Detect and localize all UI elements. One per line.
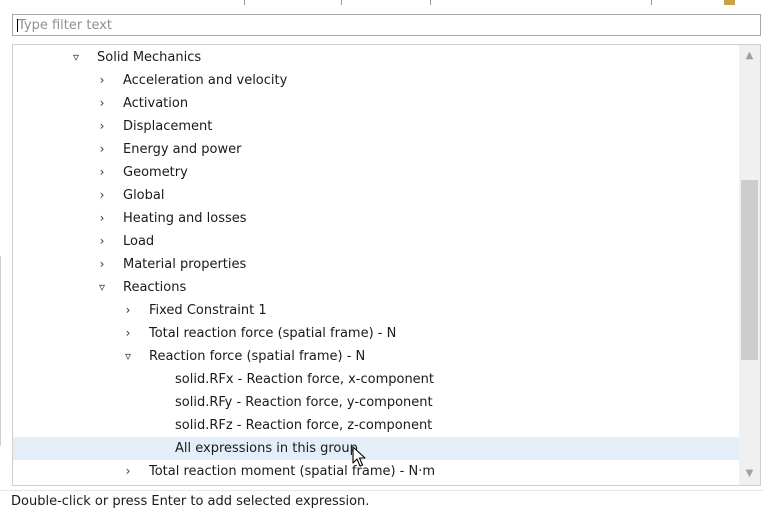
tree-item-label: Material properties bbox=[123, 257, 247, 272]
tree-item-label: Acceleration and velocity bbox=[123, 73, 288, 88]
expression-tree[interactable]: ▿ Solid Mechanics › Acceleration and veloci… bbox=[12, 44, 761, 486]
chevron-down-icon[interactable]: ▿ bbox=[123, 345, 133, 368]
scroll-up-arrow-icon[interactable]: ▲ bbox=[739, 47, 760, 65]
chevron-right-icon[interactable]: › bbox=[97, 184, 107, 207]
tree-item[interactable]: ▿ Reactions bbox=[13, 276, 739, 299]
filter-input[interactable] bbox=[13, 15, 760, 35]
divider bbox=[244, 0, 245, 5]
chevron-right-icon[interactable]: › bbox=[97, 230, 107, 253]
tree-item-label: All expressions in this group bbox=[175, 441, 358, 456]
tree-item[interactable]: › Acceleration and velocity bbox=[13, 69, 739, 92]
chevron-right-icon[interactable]: › bbox=[123, 460, 133, 483]
chevron-right-icon[interactable]: › bbox=[123, 299, 133, 322]
tree-item[interactable]: ▿ Solid Mechanics bbox=[13, 46, 739, 69]
tree-item-label: Displacement bbox=[123, 119, 213, 134]
tree-item-label: Total reaction force (spatial frame) - N bbox=[149, 326, 397, 341]
tree-item-label: Solid Mechanics bbox=[97, 50, 202, 65]
divider bbox=[430, 0, 431, 5]
tree-item[interactable]: › Total reaction moment (spatial frame) -… bbox=[13, 460, 739, 483]
vertical-scrollbar[interactable]: ▲ ▼ bbox=[739, 45, 760, 485]
tree-item[interactable]: › Global bbox=[13, 184, 739, 207]
tree-item-label: solid.RFz - Reaction force, z-component bbox=[175, 418, 433, 433]
tree-item[interactable]: › Energy and power bbox=[13, 138, 739, 161]
chevron-right-icon[interactable]: › bbox=[97, 115, 107, 138]
status-text: Double-click or press Enter to add selec… bbox=[11, 494, 370, 509]
tree-item-label: Activation bbox=[123, 96, 189, 111]
tree-item[interactable]: solid.RFz - Reaction force, z-component bbox=[13, 414, 739, 437]
chevron-right-icon[interactable]: › bbox=[97, 138, 107, 161]
tree-item[interactable]: solid.RFy - Reaction force, y-component bbox=[13, 391, 739, 414]
status-bar: Double-click or press Enter to add selec… bbox=[0, 490, 763, 515]
text-caret bbox=[17, 19, 18, 32]
tree-item[interactable]: › Geometry bbox=[13, 161, 739, 184]
chevron-right-icon[interactable]: › bbox=[97, 161, 107, 184]
tree-item-label: Reactions bbox=[123, 280, 187, 295]
tree-item-label: Load bbox=[123, 234, 155, 249]
divider bbox=[341, 0, 342, 5]
chevron-down-icon[interactable]: ▿ bbox=[97, 276, 107, 299]
chevron-right-icon[interactable]: › bbox=[97, 253, 107, 276]
tree-item[interactable]: solid.RFx - Reaction force, x-component bbox=[13, 368, 739, 391]
tree-item-label: Total reaction moment (spatial frame) - … bbox=[149, 464, 436, 479]
tree-item-label: Geometry bbox=[123, 165, 188, 180]
chevron-right-icon[interactable]: › bbox=[97, 207, 107, 230]
divider bbox=[651, 0, 652, 5]
filter-box[interactable] bbox=[12, 14, 761, 36]
chevron-right-icon[interactable]: › bbox=[97, 69, 107, 92]
tree-item[interactable]: ▿ Reaction force (spatial frame) - N bbox=[13, 345, 739, 368]
tree-item-label: Heating and losses bbox=[123, 211, 247, 226]
chevron-right-icon[interactable]: › bbox=[97, 92, 107, 115]
tree-item-label: solid.RFy - Reaction force, y-component bbox=[175, 395, 433, 410]
tree-item-label: Global bbox=[123, 188, 165, 203]
tree-item[interactable]: All expressions in this group bbox=[13, 437, 739, 460]
tree-item[interactable]: › Heating and losses bbox=[13, 207, 739, 230]
tree-item-label: solid.RFx - Reaction force, x-component bbox=[175, 372, 435, 387]
tree-item[interactable]: › Load bbox=[13, 230, 739, 253]
tree-item[interactable]: › Activation bbox=[13, 92, 739, 115]
tree-item[interactable]: › Fixed Constraint 1 bbox=[13, 299, 739, 322]
tree-item-label: Reaction force (spatial frame) - N bbox=[149, 349, 366, 364]
tree-item[interactable]: › Total reaction force (spatial frame) - … bbox=[13, 322, 739, 345]
tree-item-label: Fixed Constraint 1 bbox=[149, 303, 267, 318]
tree-item-label: Energy and power bbox=[123, 142, 242, 157]
toolbar-swatch bbox=[724, 0, 735, 5]
tree-item[interactable]: › Displacement bbox=[13, 115, 739, 138]
chevron-right-icon[interactable]: › bbox=[123, 322, 133, 345]
tree-item[interactable]: › Material properties bbox=[13, 253, 739, 276]
mouse-pointer-icon bbox=[352, 446, 366, 467]
scrollbar-thumb[interactable] bbox=[741, 180, 758, 360]
panel-left-border bbox=[0, 256, 1, 446]
scroll-down-arrow-icon[interactable]: ▼ bbox=[739, 465, 760, 483]
chevron-down-icon[interactable]: ▿ bbox=[71, 46, 81, 69]
top-strip bbox=[0, 0, 763, 8]
